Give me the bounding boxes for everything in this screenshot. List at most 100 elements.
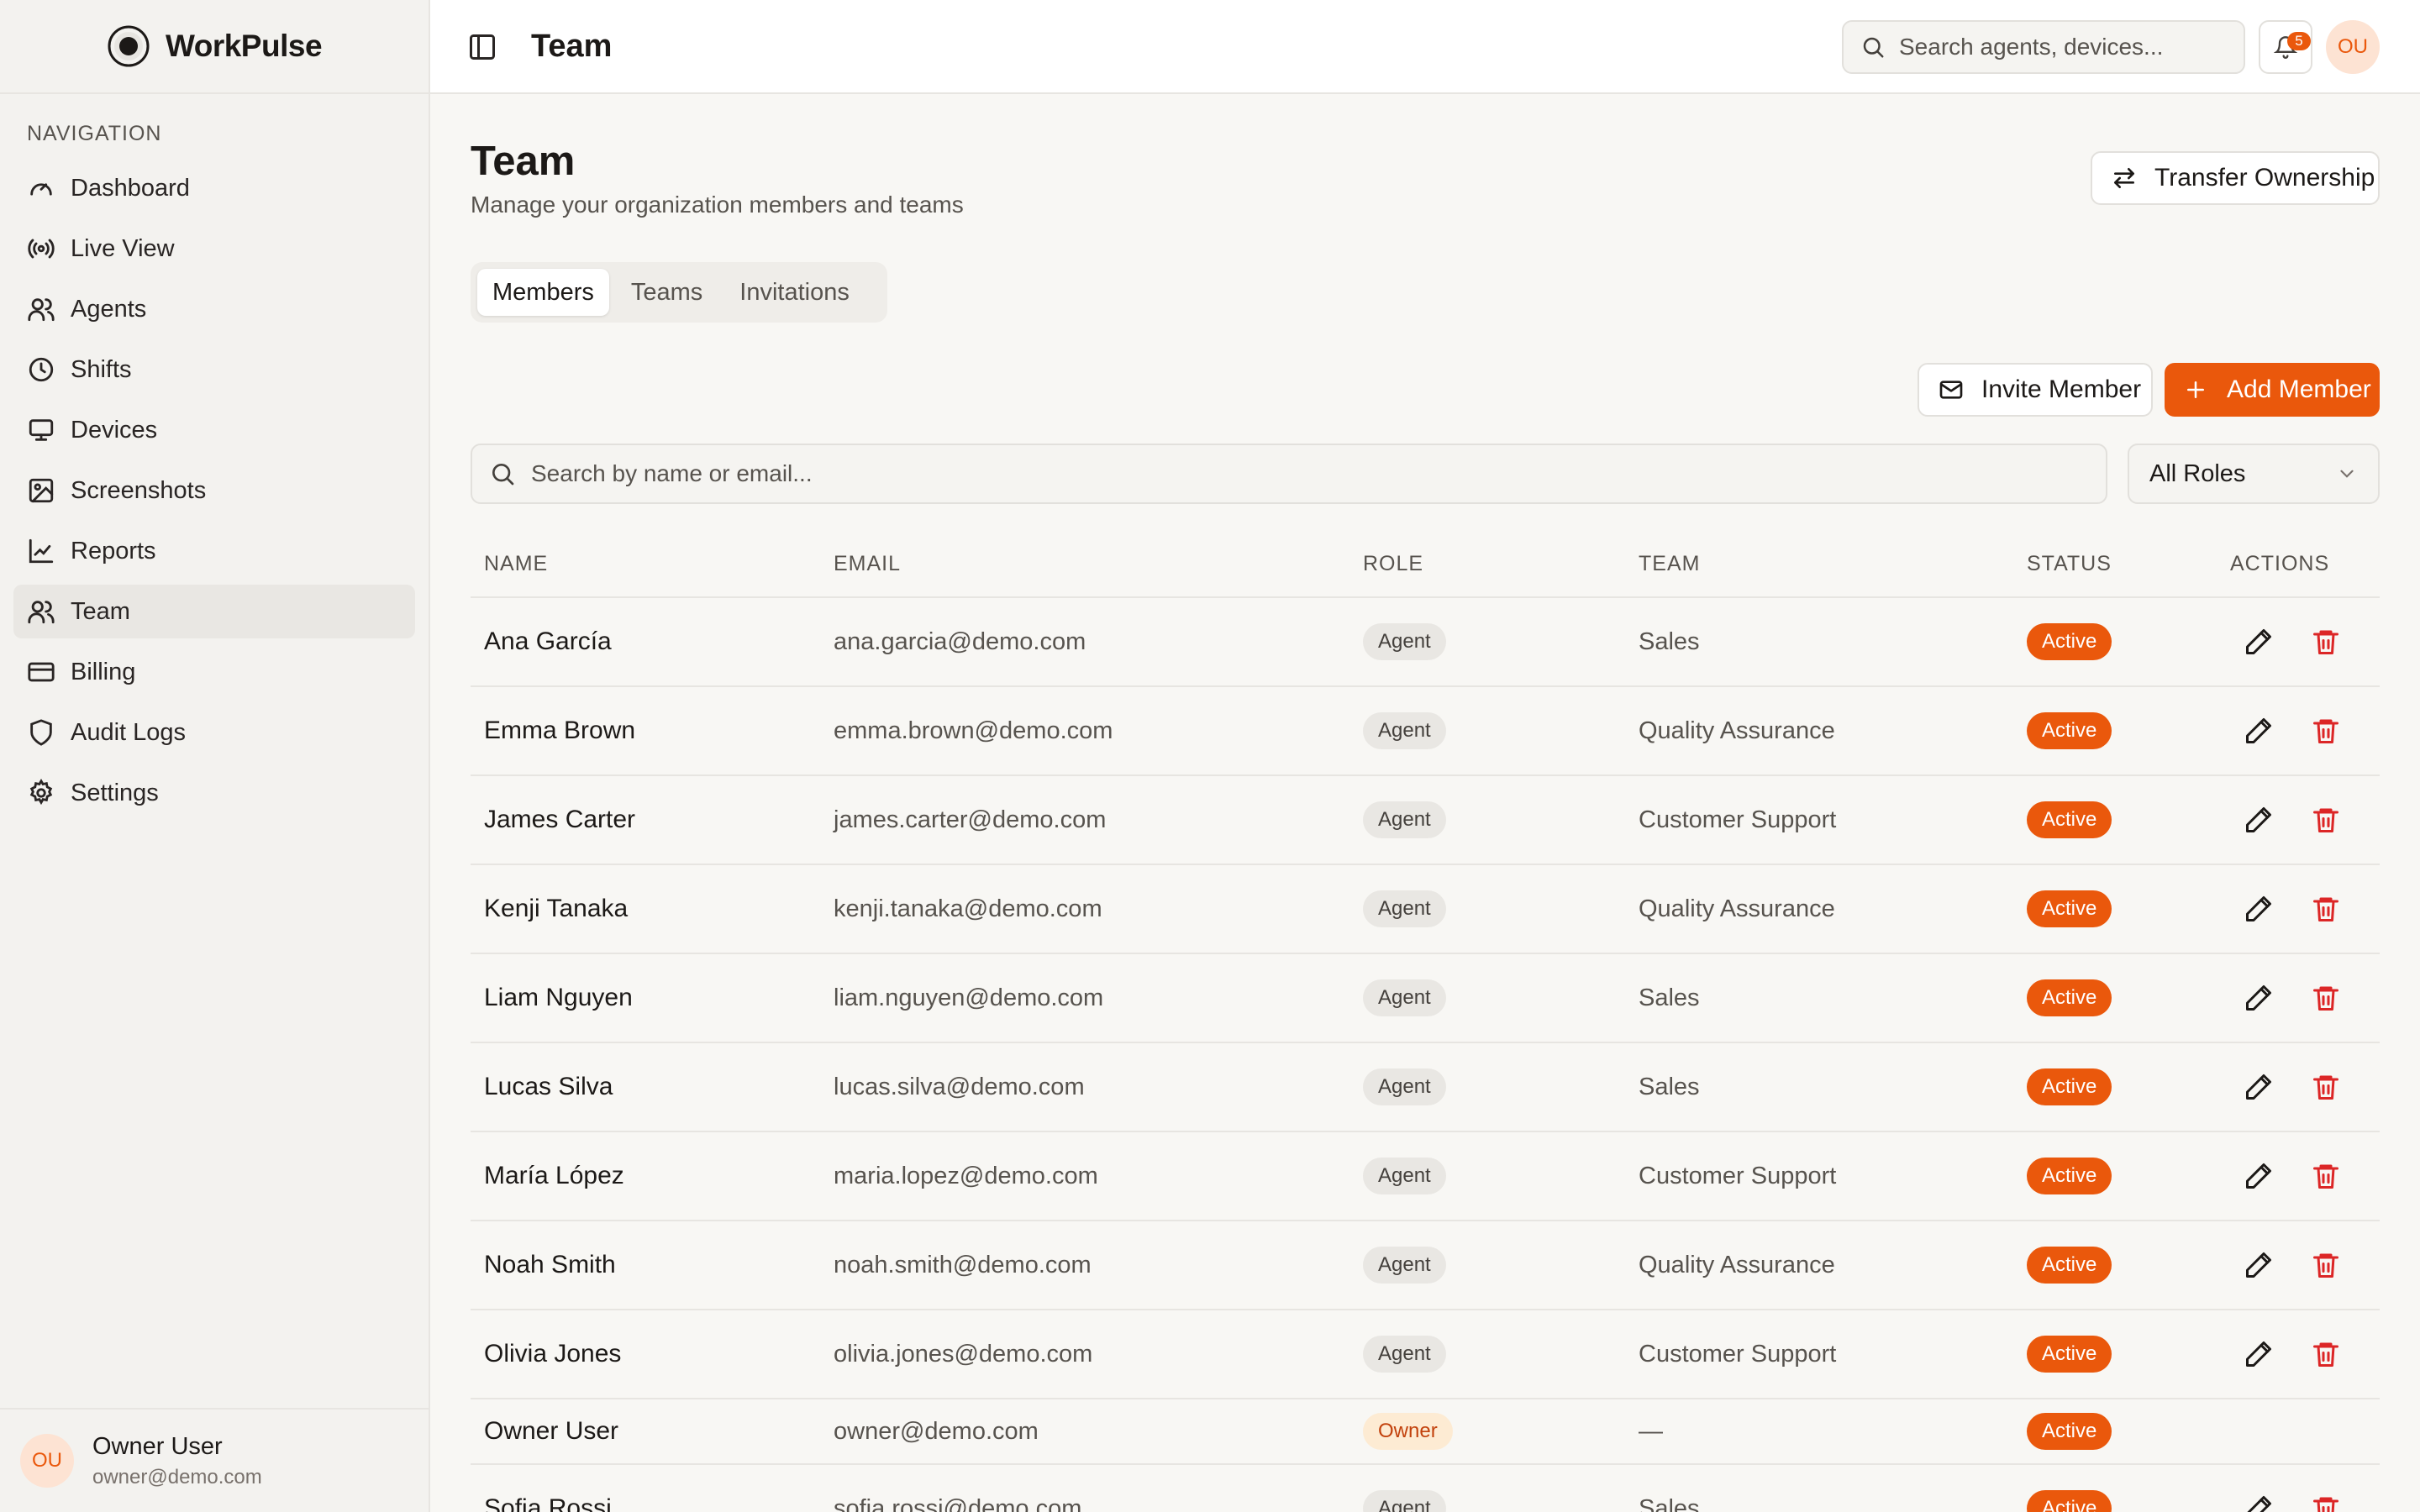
- column-header-email[interactable]: EMAIL: [834, 552, 901, 576]
- edit-icon[interactable]: [2244, 1339, 2274, 1369]
- delete-icon[interactable]: [2311, 1339, 2341, 1369]
- delete-icon[interactable]: [2311, 1250, 2341, 1280]
- edit-icon[interactable]: [2244, 983, 2274, 1013]
- member-team: Quality Assurance: [1639, 895, 1835, 922]
- column-header-role[interactable]: ROLE: [1363, 552, 1423, 576]
- table-row[interactable]: Kenji Tanaka kenji.tanaka@demo.com Agent Qu…: [471, 865, 2380, 954]
- sidebar-item-team[interactable]: Team: [13, 585, 415, 638]
- role-badge: Agent: [1363, 979, 1446, 1016]
- table-row[interactable]: Ana García ana.garcia@demo.com Agent Sales A…: [471, 598, 2380, 687]
- member-name: Ana García: [484, 627, 612, 655]
- column-header-name[interactable]: NAME: [484, 552, 548, 576]
- add-member-label: Add Member: [2227, 375, 2371, 403]
- brand[interactable]: WorkPulse: [0, 0, 429, 94]
- transfer-ownership-label: Transfer Ownership: [2154, 164, 2375, 192]
- sidebar-toggle-icon[interactable]: [467, 32, 497, 62]
- table-row[interactable]: Olivia Jones olivia.jones@demo.com Agent Cu…: [471, 1310, 2380, 1399]
- role-filter-select[interactable]: All Roles: [2128, 444, 2380, 504]
- member-name: Lucas Silva: [484, 1073, 613, 1100]
- edit-icon[interactable]: [2244, 1072, 2274, 1102]
- sidebar-item-label: Shifts: [71, 355, 132, 383]
- table-row[interactable]: Liam Nguyen liam.nguyen@demo.com Agent Sale…: [471, 954, 2380, 1043]
- nav-heading: NAVIGATION: [27, 122, 162, 145]
- member-team: Sales: [1639, 1073, 1700, 1100]
- member-name: Owner User: [484, 1417, 619, 1445]
- global-search-input[interactable]: [1899, 34, 2218, 60]
- column-header-team[interactable]: TEAM: [1639, 552, 1700, 576]
- status-badge: Active: [2027, 1247, 2112, 1284]
- sidebar-item-settings[interactable]: Settings: [13, 766, 415, 820]
- tab-members[interactable]: Members: [477, 269, 609, 316]
- edit-icon[interactable]: [2244, 627, 2274, 657]
- member-email: sofia.rossi@demo.com: [834, 1494, 1082, 1512]
- sidebar-item-devices[interactable]: Devices: [13, 403, 415, 457]
- delete-icon[interactable]: [2311, 1161, 2341, 1191]
- credit-card-icon: [28, 662, 55, 682]
- clock-icon: [29, 357, 54, 382]
- edit-icon[interactable]: [2244, 1161, 2274, 1191]
- sidebar-item-agents[interactable]: Agents: [13, 282, 415, 336]
- member-email: maria.lopez@demo.com: [834, 1162, 1098, 1189]
- table-row[interactable]: Emma Brown emma.brown@demo.com Agent Qualit…: [471, 687, 2380, 776]
- role-badge: Agent: [1363, 712, 1446, 749]
- edit-icon[interactable]: [2244, 1250, 2274, 1280]
- member-email: olivia.jones@demo.com: [834, 1340, 1093, 1368]
- transfer-ownership-button[interactable]: Transfer Ownership: [2091, 151, 2380, 205]
- member-name: James Carter: [484, 806, 636, 833]
- status-badge: Active: [2027, 1490, 2112, 1512]
- users-icon: [28, 298, 55, 322]
- gauge-icon: [30, 183, 52, 196]
- sidebar-item-dashboard[interactable]: Dashboard: [13, 161, 415, 215]
- table-body: Ana García ana.garcia@demo.com Agent Sales A…: [471, 598, 2380, 1512]
- delete-icon[interactable]: [2311, 1072, 2341, 1102]
- table-row[interactable]: Sofia Rossi sofia.rossi@demo.com Agent Sale…: [471, 1465, 2380, 1512]
- sidebar-item-reports[interactable]: Reports: [13, 524, 415, 578]
- member-search[interactable]: [471, 444, 2107, 504]
- delete-icon[interactable]: [2311, 1494, 2341, 1512]
- sidebar-item-screenshots[interactable]: Screenshots: [13, 464, 415, 517]
- invite-member-button[interactable]: Invite Member: [1918, 363, 2153, 417]
- avatar: OU: [20, 1434, 74, 1488]
- status-badge: Active: [2027, 890, 2112, 927]
- column-header-status[interactable]: STATUS: [2027, 552, 2112, 576]
- delete-icon[interactable]: [2311, 716, 2341, 746]
- status-badge: Active: [2027, 1068, 2112, 1105]
- status-badge: Active: [2027, 712, 2112, 749]
- table-row[interactable]: James Carter james.carter@demo.com Agent Cu…: [471, 776, 2380, 865]
- edit-icon[interactable]: [2244, 1494, 2274, 1512]
- sidebar-item-billing[interactable]: Billing: [13, 645, 415, 699]
- sidebar-item-audit-logs[interactable]: Audit Logs: [13, 706, 415, 759]
- status-badge: Active: [2027, 1336, 2112, 1373]
- edit-icon[interactable]: [2244, 894, 2274, 924]
- member-search-input[interactable]: [531, 460, 2044, 487]
- table-row[interactable]: Lucas Silva lucas.silva@demo.com Agent Sale…: [471, 1043, 2380, 1132]
- table-row[interactable]: María López maria.lopez@demo.com Agent Cust…: [471, 1132, 2380, 1221]
- status-badge: Active: [2027, 979, 2112, 1016]
- global-search[interactable]: [1842, 20, 2245, 74]
- member-email: james.carter@demo.com: [834, 806, 1107, 833]
- sidebar-user[interactable]: OU Owner User owner@demo.com: [0, 1408, 429, 1512]
- table-row[interactable]: Noah Smith noah.smith@demo.com Agent Qualit…: [471, 1221, 2380, 1310]
- sidebar-item-live-view[interactable]: Live View: [13, 222, 415, 276]
- chart-line-icon: [29, 538, 54, 564]
- tab-invitations[interactable]: Invitations: [724, 269, 865, 316]
- tab-teams[interactable]: Teams: [616, 269, 718, 316]
- delete-icon[interactable]: [2311, 894, 2341, 924]
- sidebar-item-label: Devices: [71, 416, 158, 444]
- status-badge: Active: [2027, 801, 2112, 838]
- role-badge: Agent: [1363, 890, 1446, 927]
- edit-icon[interactable]: [2244, 716, 2274, 746]
- sidebar-item-label: Team: [71, 597, 130, 625]
- edit-icon[interactable]: [2244, 805, 2274, 835]
- image-icon: [29, 478, 54, 503]
- delete-icon[interactable]: [2311, 627, 2341, 657]
- sidebar-item-label: Dashboard: [71, 174, 190, 202]
- table-row[interactable]: Owner User owner@demo.com Owner — Active: [471, 1399, 2380, 1465]
- sidebar-item-shifts[interactable]: Shifts: [13, 343, 415, 396]
- add-member-button[interactable]: Add Member: [2165, 363, 2380, 417]
- delete-icon[interactable]: [2311, 805, 2341, 835]
- notifications-button[interactable]: 5: [2259, 20, 2312, 74]
- notification-badge: 5: [2287, 32, 2311, 50]
- user-avatar-button[interactable]: OU: [2326, 20, 2380, 74]
- delete-icon[interactable]: [2311, 983, 2341, 1013]
